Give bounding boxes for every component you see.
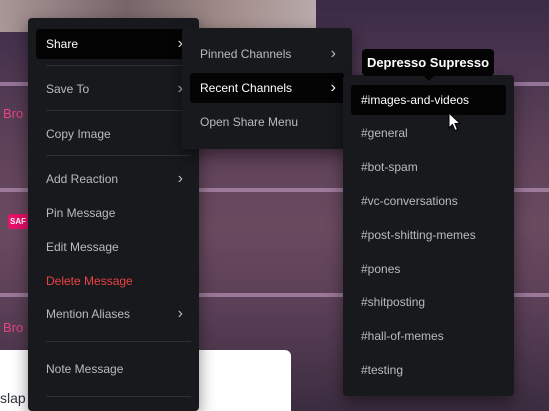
menu-item-delete-message[interactable]: Delete Message [36, 266, 191, 296]
channel-item-hall-of-memes[interactable]: #hall-of-memes [351, 321, 506, 351]
chevron-right-icon: › [330, 79, 336, 96]
message-context-menu: Share › Save To › Copy Image Add Reactio… [28, 18, 199, 411]
channel-item-shitposting[interactable]: #shitposting [351, 287, 506, 317]
menu-separator [46, 396, 191, 397]
menu-item-label: #bot-spam [361, 160, 418, 174]
chevron-right-icon: › [177, 170, 183, 187]
menu-item-label: Recent Channels [200, 81, 293, 95]
menu-item-label: Delete Message [46, 274, 133, 288]
chevron-right-icon: › [330, 45, 336, 62]
username-text[interactable]: Bro [3, 106, 23, 121]
menu-item-label: Mention Aliases [46, 307, 131, 321]
menu-separator [46, 65, 191, 66]
username-text[interactable]: Bro [3, 320, 23, 335]
menu-item-open-share-menu[interactable]: Open Share Menu [190, 107, 344, 137]
menu-item-label: Edit Message [46, 240, 119, 254]
menu-item-recent-channels[interactable]: Recent Channels › [190, 73, 344, 103]
channel-item-general[interactable]: #general [351, 118, 506, 148]
menu-item-label: Save To [46, 82, 90, 96]
menu-item-label: #hall-of-memes [361, 329, 444, 343]
channel-item-images-and-videos[interactable]: #images-and-videos [351, 85, 506, 115]
menu-item-note-message[interactable]: Note Message [36, 354, 191, 384]
menu-item-label: #pones [361, 262, 401, 276]
channel-item-post-shitting-memes[interactable]: #post-shitting-memes [351, 220, 506, 250]
menu-item-label: #general [361, 126, 408, 140]
channel-item-bot-spam[interactable]: #bot-spam [351, 152, 506, 182]
chevron-right-icon: › [177, 305, 183, 322]
menu-item-add-reaction[interactable]: Add Reaction › [36, 164, 191, 194]
menu-item-label: #vc-conversations [361, 194, 458, 208]
server-name-tooltip: Depresso Supresso [362, 49, 494, 81]
menu-item-mention-aliases[interactable]: Mention Aliases › [36, 299, 191, 329]
channel-item-testing[interactable]: #testing [351, 355, 506, 385]
channel-item-pones[interactable]: #pones [351, 254, 506, 284]
share-submenu: Pinned Channels › Recent Channels › Open… [182, 28, 352, 149]
menu-item-label: Note Message [46, 362, 124, 376]
menu-item-copy-image[interactable]: Copy Image [36, 119, 191, 149]
menu-item-label: #images-and-videos [361, 93, 470, 107]
menu-item-pinned-channels[interactable]: Pinned Channels › [190, 39, 344, 69]
menu-item-label: #testing [361, 363, 404, 377]
message-text: slap [0, 390, 26, 406]
menu-item-label: Copy Image [46, 127, 111, 141]
menu-item-label: Pinned Channels [200, 47, 292, 61]
menu-item-label: Share [46, 37, 79, 51]
menu-item-label: Add Reaction [46, 172, 119, 186]
menu-separator [46, 341, 191, 342]
menu-item-pin-message[interactable]: Pin Message [36, 198, 191, 228]
menu-separator [46, 110, 191, 111]
menu-item-label: Pin Message [46, 206, 116, 220]
menu-item-label: #shitposting [361, 295, 426, 309]
menu-item-edit-message[interactable]: Edit Message [36, 232, 191, 262]
menu-item-label: #post-shitting-memes [361, 228, 476, 242]
menu-item-share[interactable]: Share › [36, 29, 191, 59]
recent-channels-submenu: #images-and-videos #general #bot-spam #v… [343, 75, 514, 396]
channel-item-vc-conversations[interactable]: #vc-conversations [351, 186, 506, 216]
menu-item-save-to[interactable]: Save To › [36, 74, 191, 104]
menu-item-label: Open Share Menu [200, 115, 299, 129]
mouse-cursor-icon [448, 112, 462, 132]
menu-separator [46, 155, 191, 156]
